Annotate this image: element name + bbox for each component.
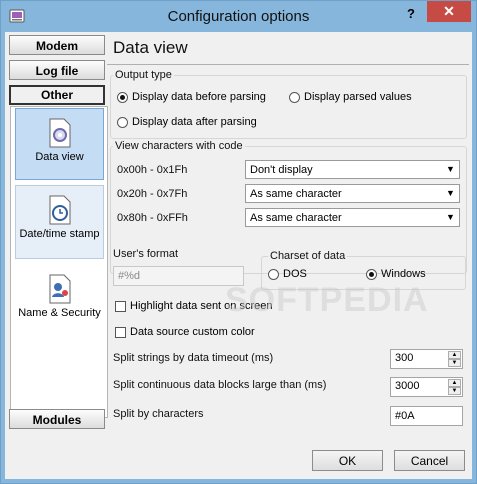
radio-indicator (117, 91, 128, 103)
ok-button[interactable]: OK (312, 450, 383, 471)
range-label-2: 0x20h - 0x7Fh (117, 188, 188, 200)
radio-indicator (117, 116, 128, 128)
radio-label: Display data after parsing (132, 116, 257, 128)
radio-dos[interactable]: DOS (268, 268, 307, 280)
view-chars-label: View characters with code (113, 140, 245, 152)
checkbox-box (115, 300, 126, 312)
radio-after-parsing[interactable]: Display data after parsing (117, 116, 257, 128)
radio-parsed-values[interactable]: Display parsed values (289, 91, 412, 103)
custom-color-checkbox[interactable]: Data source custom color (115, 326, 255, 338)
modem-button[interactable]: Modem (9, 35, 105, 55)
other-button[interactable]: Other (9, 85, 105, 105)
dialog-client: Modem Log file Other Data view Date/time… (5, 32, 472, 479)
chevron-down-icon: ▼ (446, 164, 455, 174)
sidebar-panel: Data view Date/time stamp Name & Securit… (10, 106, 108, 418)
radio-label: DOS (283, 268, 307, 280)
combo-range-1[interactable]: Don't display ▼ (245, 160, 460, 179)
charset-label: Charset of data (268, 250, 348, 262)
radio-indicator (366, 268, 377, 280)
radio-before-parsing[interactable]: Display data before parsing (117, 91, 266, 103)
chevron-down-icon: ▼ (446, 188, 455, 198)
user-key-page-icon (49, 274, 70, 304)
radio-windows[interactable]: Windows (366, 268, 426, 280)
radio-label: Display data before parsing (132, 91, 266, 103)
range-label-1: 0x00h - 0x1Fh (117, 164, 188, 176)
title-bar[interactable]: Configuration options ? ✕ (1, 1, 476, 32)
spin-up-icon[interactable]: ▲ (448, 351, 461, 359)
split-timeout-label: Split strings by data timeout (ms) (113, 352, 274, 364)
radio-indicator (268, 268, 279, 280)
modules-button[interactable]: Modules (9, 409, 105, 429)
close-button[interactable]: ✕ (427, 1, 471, 22)
split-timeout-spinner[interactable]: 300 ▲ ▼ (390, 349, 463, 369)
output-type-group: Output type Display data before parsing … (110, 69, 467, 139)
cancel-button[interactable]: Cancel (394, 450, 465, 471)
split-chars-input[interactable]: #0A (390, 406, 463, 426)
user-format-label: User's format (113, 248, 179, 260)
sidebar-item-label: Name & Security (18, 307, 101, 319)
sidebar-item-date-time[interactable]: Date/time stamp (15, 185, 104, 259)
config-window: Configuration options ? ✕ Modem Log file… (0, 0, 477, 484)
spinner-value: 300 (395, 352, 414, 364)
sidebar-item-label: Date/time stamp (19, 228, 100, 240)
combo-value: As same character (250, 188, 342, 200)
title-divider (107, 64, 469, 65)
page-title: Data view (113, 38, 188, 57)
split-chars-label: Split by characters (113, 408, 204, 420)
button-bar: OK Cancel (5, 439, 472, 479)
data-view-panel: Data view Output type Display data befor… (107, 33, 469, 433)
checkbox-label: Data source custom color (130, 326, 255, 338)
output-type-label: Output type (113, 69, 174, 81)
sidebar-item-data-view[interactable]: Data view (15, 108, 104, 180)
split-blocks-spinner[interactable]: 3000 ▲ ▼ (390, 377, 463, 397)
chevron-down-icon: ▼ (446, 212, 455, 222)
checkbox-box (115, 326, 126, 338)
clock-page-icon (49, 195, 70, 225)
radio-label: Windows (381, 268, 426, 280)
help-button[interactable]: ? (399, 3, 423, 25)
gear-page-icon (49, 118, 70, 148)
combo-value: As same character (250, 212, 342, 224)
spinner-value: 3000 (395, 380, 420, 392)
combo-range-3[interactable]: As same character ▼ (245, 208, 460, 227)
spin-up-icon[interactable]: ▲ (448, 379, 461, 387)
sidebar-item-name-security[interactable]: Name & Security (15, 265, 104, 337)
sidebar-item-label: Data view (35, 151, 84, 163)
range-label-3: 0x80h - 0xFFh (117, 212, 188, 224)
spin-down-icon[interactable]: ▼ (448, 387, 461, 395)
split-blocks-label: Split continuous data blocks large than … (113, 379, 327, 391)
sidebar: Modem Log file Other Data view Date/time… (9, 33, 108, 433)
radio-label: Display parsed values (304, 91, 412, 103)
combo-value: Don't display (250, 164, 313, 176)
combo-range-2[interactable]: As same character ▼ (245, 184, 460, 203)
spin-down-icon[interactable]: ▼ (448, 359, 461, 367)
watermark: SOFTPEDIA (225, 281, 429, 319)
logfile-button[interactable]: Log file (9, 60, 105, 80)
radio-indicator (289, 91, 300, 103)
